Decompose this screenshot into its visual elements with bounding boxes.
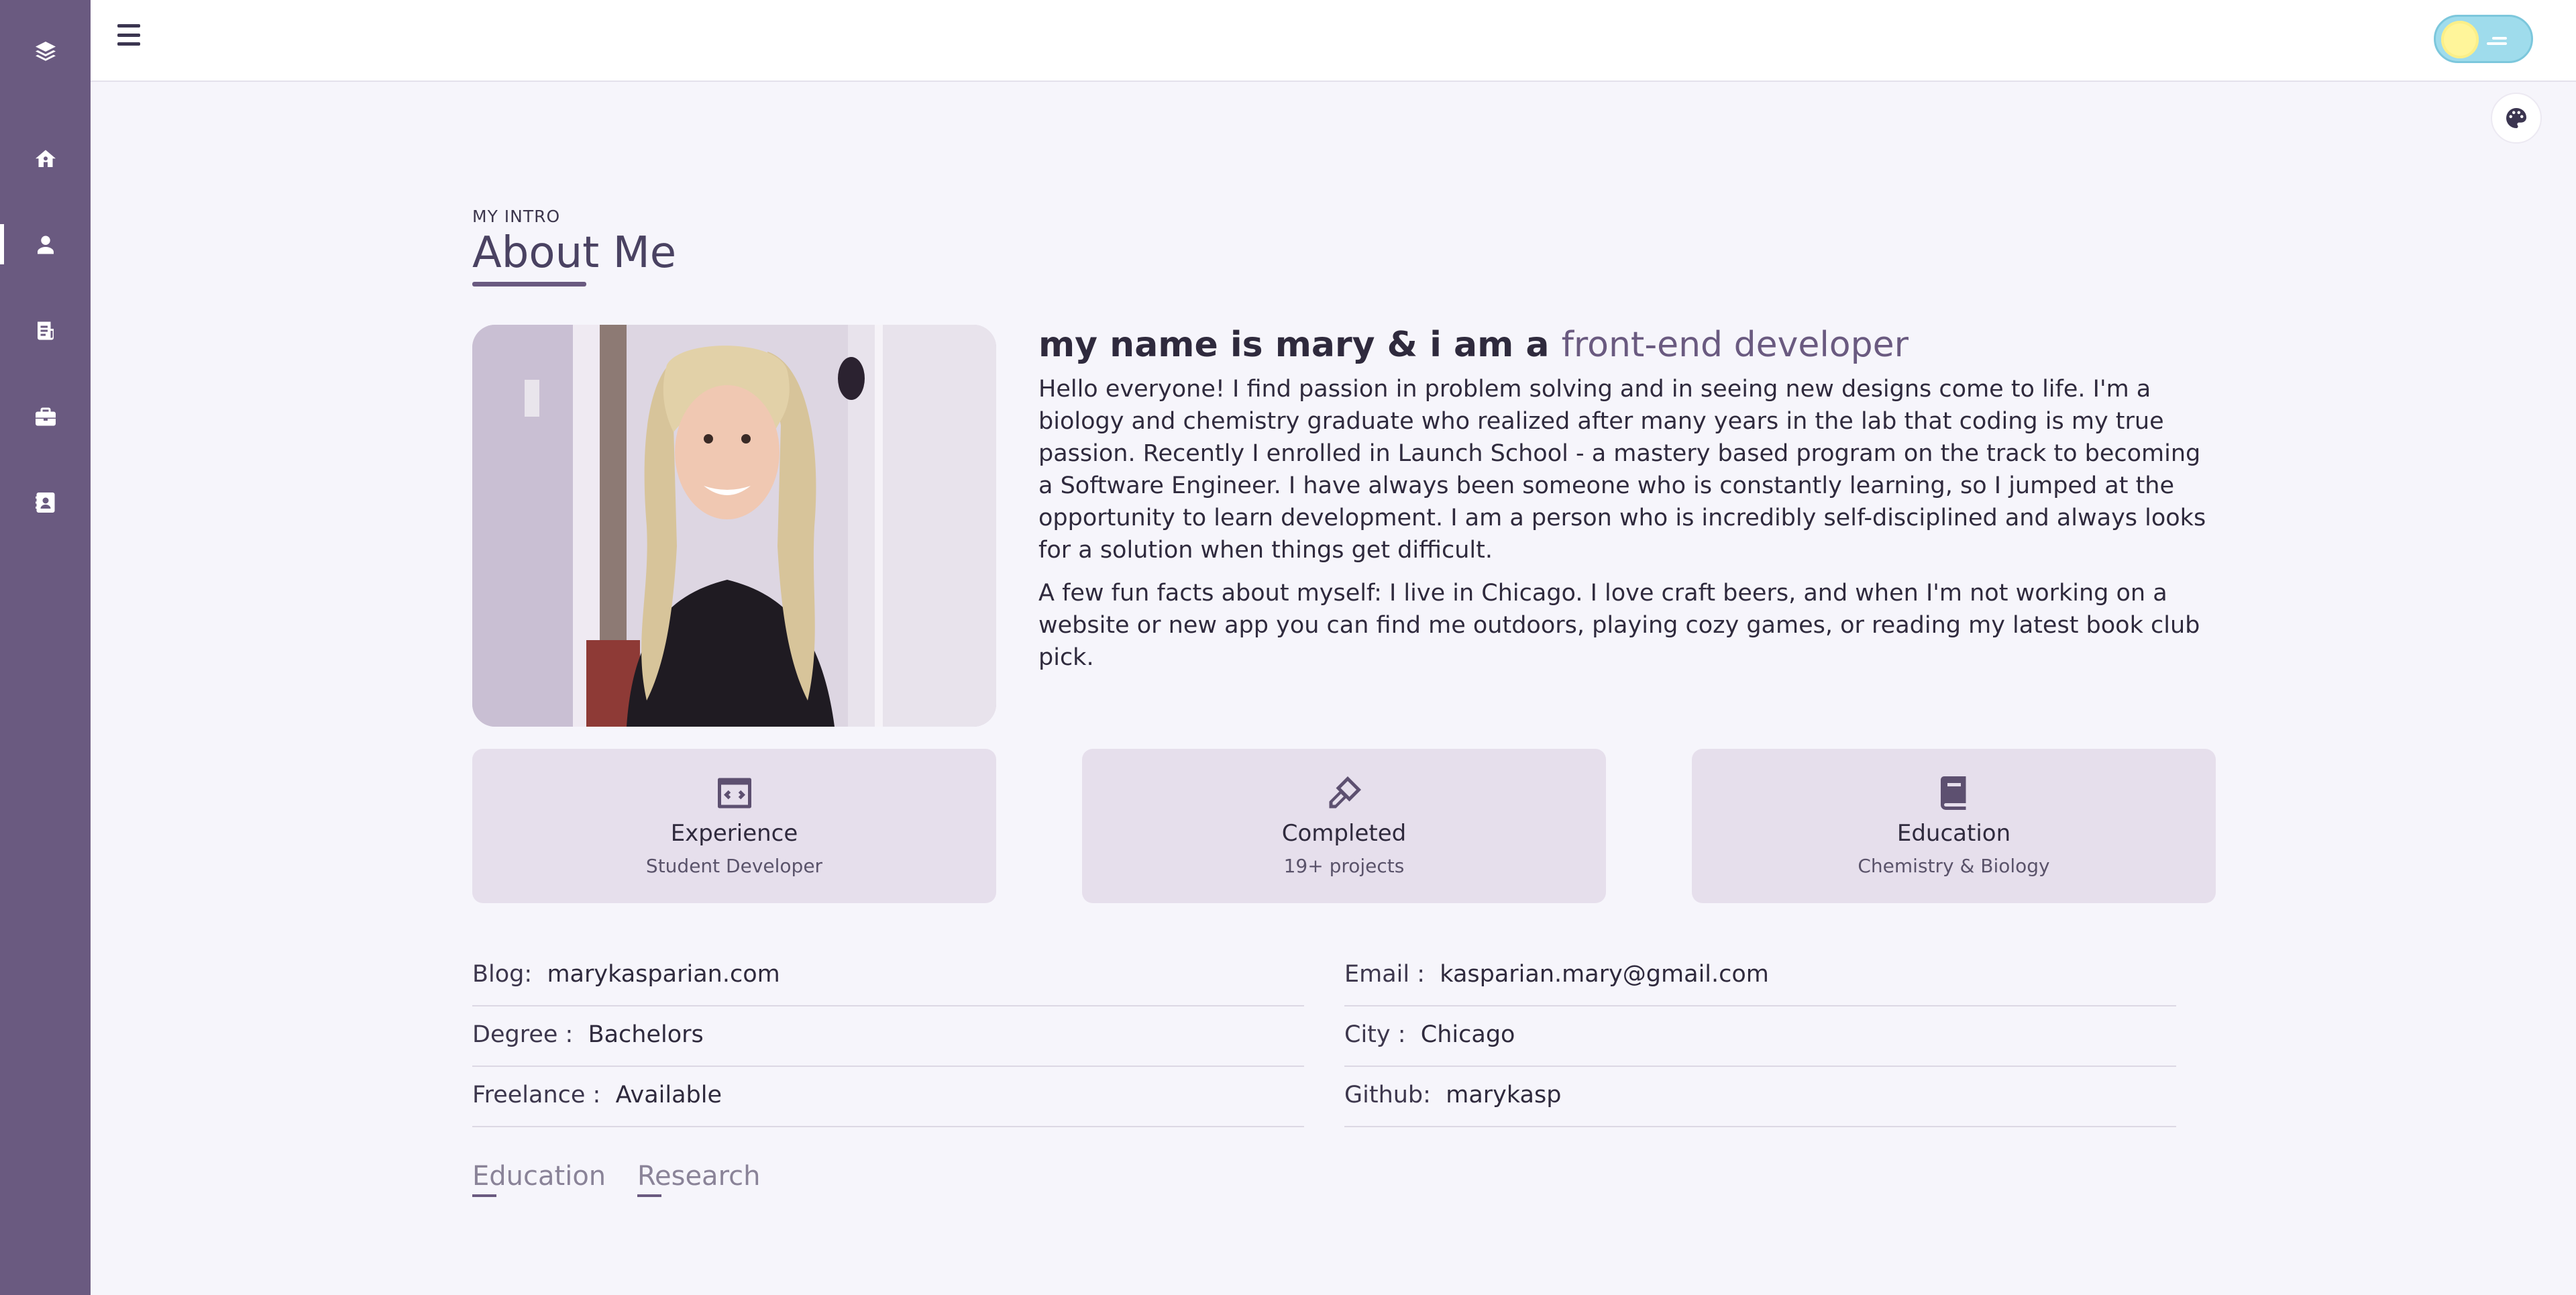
degree-label: Degree : bbox=[472, 1021, 574, 1048]
palette-button[interactable] bbox=[2491, 93, 2542, 144]
email-row: Email : kasparian.mary@gmail.com bbox=[1344, 961, 1769, 988]
menu-icon[interactable] bbox=[117, 20, 151, 50]
github-label: Github: bbox=[1344, 1082, 1431, 1108]
cloud-icon bbox=[2487, 37, 2512, 45]
freelance-value: Available bbox=[615, 1082, 722, 1108]
blog-row: Blog: marykasparian.com bbox=[472, 961, 780, 988]
brush-icon bbox=[1324, 773, 1364, 813]
experience-card[interactable]: Experience Student Developer bbox=[472, 749, 996, 903]
sun-icon bbox=[2441, 21, 2479, 58]
email-label: Email : bbox=[1344, 961, 1426, 988]
briefcase-icon[interactable] bbox=[0, 393, 91, 440]
blog-label: Blog: bbox=[472, 961, 533, 988]
title-underline bbox=[472, 282, 586, 287]
code-icon bbox=[714, 773, 755, 813]
layers-icon[interactable] bbox=[0, 28, 91, 75]
divider bbox=[472, 1066, 1304, 1067]
github-row: Github: marykasp bbox=[1344, 1082, 1561, 1108]
blog-value[interactable]: marykasparian.com bbox=[547, 961, 780, 988]
freelance-row: Freelance : Available bbox=[472, 1082, 722, 1108]
intro-paragraph-2: A few fun facts about myself: I live in … bbox=[1038, 580, 2200, 671]
email-value[interactable]: kasparian.mary@gmail.com bbox=[1440, 961, 1769, 988]
card-subtitle: Student Developer bbox=[645, 855, 823, 877]
sidebar bbox=[0, 0, 91, 1295]
divider bbox=[1344, 1066, 2176, 1067]
degree-value: Bachelors bbox=[588, 1021, 704, 1048]
intro-headline: my name is mary & i am a front-end devel… bbox=[1038, 325, 1909, 365]
education-card[interactable]: Education Chemistry & Biology bbox=[1692, 749, 2216, 903]
card-title: Education bbox=[1896, 820, 2011, 847]
degree-row: Degree : Bachelors bbox=[472, 1021, 704, 1048]
headline-accent: front-end developer bbox=[1561, 325, 1909, 365]
divider bbox=[472, 1126, 1304, 1127]
card-subtitle: Chemistry & Biology bbox=[1858, 855, 2050, 877]
resume-icon[interactable] bbox=[0, 307, 91, 354]
book-icon bbox=[1934, 773, 1974, 813]
top-bar bbox=[91, 0, 2576, 82]
city-value: Chicago bbox=[1420, 1021, 1515, 1048]
user-icon[interactable] bbox=[0, 221, 91, 268]
headline-prefix: my name is mary & i am a bbox=[1038, 325, 1550, 365]
home-icon[interactable] bbox=[0, 136, 91, 183]
palette-icon bbox=[2506, 108, 2526, 128]
github-value[interactable]: marykasp bbox=[1446, 1082, 1561, 1108]
tab-research-underline bbox=[637, 1194, 661, 1197]
tab-education[interactable]: Education bbox=[472, 1161, 606, 1192]
page-title: About Me bbox=[472, 228, 677, 278]
divider bbox=[472, 1005, 1304, 1006]
profile-photo bbox=[472, 325, 996, 727]
intro-paragraph-1: Hello everyone! I find passion in proble… bbox=[1038, 376, 2206, 564]
card-title: Experience bbox=[670, 820, 798, 847]
tab-education-underline bbox=[472, 1194, 496, 1197]
completed-card[interactable]: Completed 19+ projects bbox=[1082, 749, 1606, 903]
divider bbox=[1344, 1005, 2176, 1006]
contact-icon[interactable] bbox=[0, 479, 91, 526]
tab-research[interactable]: Research bbox=[637, 1161, 760, 1192]
divider bbox=[1344, 1126, 2176, 1127]
card-subtitle: 19+ projects bbox=[1283, 855, 1405, 877]
card-title: Completed bbox=[1281, 820, 1407, 847]
section-subtitle: MY INTRO bbox=[472, 207, 561, 226]
freelance-label: Freelance : bbox=[472, 1082, 601, 1108]
city-label: City : bbox=[1344, 1021, 1406, 1048]
theme-toggle[interactable] bbox=[2434, 15, 2533, 63]
city-row: City : Chicago bbox=[1344, 1021, 1515, 1048]
